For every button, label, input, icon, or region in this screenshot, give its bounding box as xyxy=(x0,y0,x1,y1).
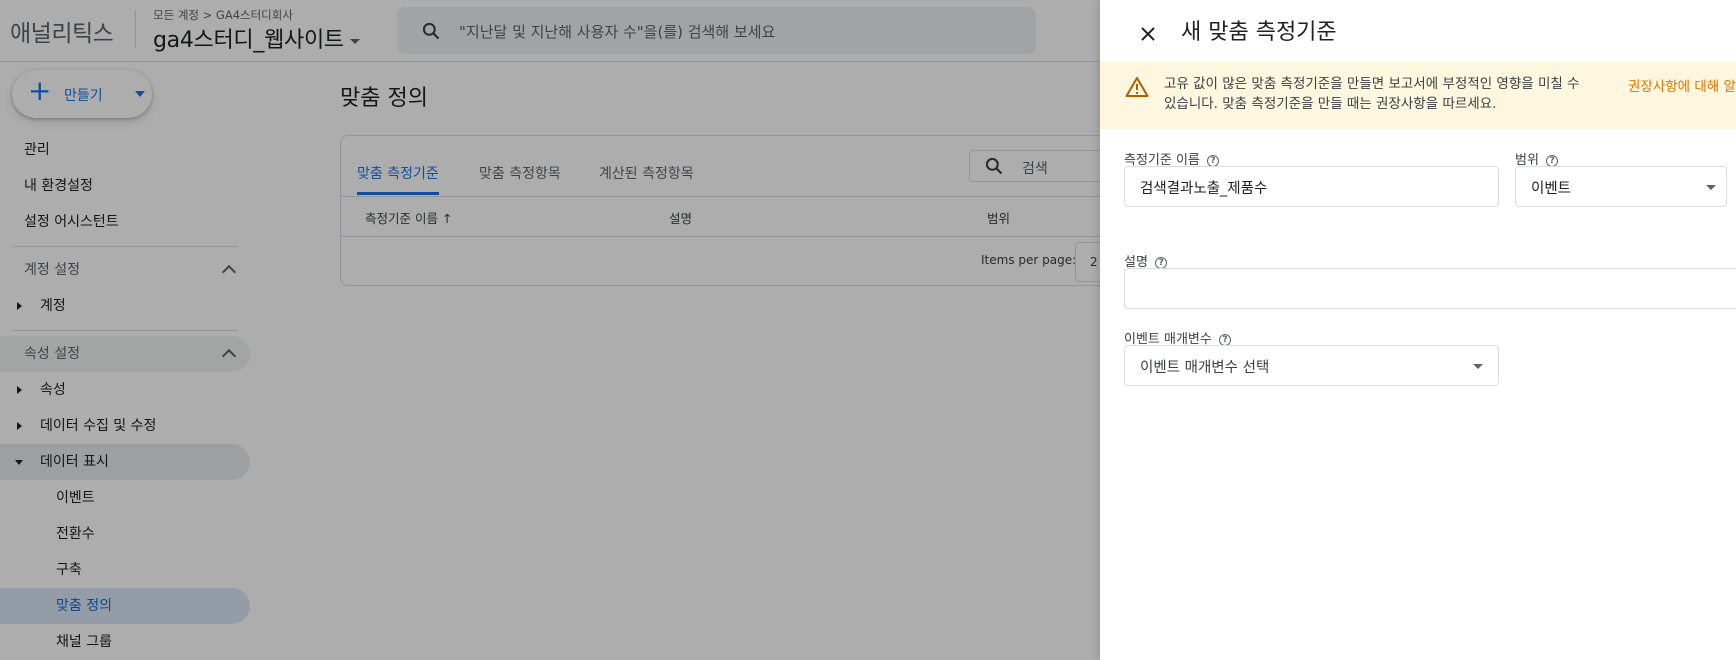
dropdown-arrow-icon xyxy=(1706,185,1716,190)
event-parameter-value: 이벤트 매개변수 선택 xyxy=(1140,360,1270,376)
warning-message: 고유 값이 많은 맞춤 측정기준을 만들면 보고서에 부정적인 영향을 미칠 수… xyxy=(1164,76,1580,112)
recommendations-link[interactable]: 권장사항에 대해 알 xyxy=(1628,75,1736,95)
drawer-title: 새 맞춤 측정기준 xyxy=(1181,20,1337,45)
scope-value: 이벤트 xyxy=(1531,181,1572,197)
help-icon[interactable]: ? xyxy=(1207,154,1220,167)
close-button[interactable] xyxy=(1130,16,1166,52)
warning-banner: 고유 값이 많은 맞춤 측정기준을 만들면 보고서에 부정적인 영향을 미칠 수… xyxy=(1100,62,1736,129)
help-icon[interactable]: ? xyxy=(1546,154,1559,167)
warning-icon xyxy=(1125,76,1149,102)
description-field[interactable] xyxy=(1124,268,1736,309)
scope-select[interactable]: 이벤트 xyxy=(1515,166,1727,207)
event-parameter-select[interactable]: 이벤트 매개변수 선택 xyxy=(1124,345,1499,386)
dimension-name-value: 검색결과노출_제품수 xyxy=(1140,181,1268,197)
dimension-name-field[interactable]: 검색결과노출_제품수 xyxy=(1124,166,1499,207)
help-icon[interactable]: ? xyxy=(1219,333,1231,346)
new-custom-dimension-drawer: 새 맞춤 측정기준 고유 값이 많은 맞춤 측정기준을 만들면 보고서에 부정적… xyxy=(1100,0,1736,660)
modal-scrim[interactable] xyxy=(0,0,1100,660)
help-icon[interactable]: ? xyxy=(1155,256,1168,269)
close-icon xyxy=(1141,27,1155,41)
dropdown-arrow-icon xyxy=(1473,364,1483,369)
